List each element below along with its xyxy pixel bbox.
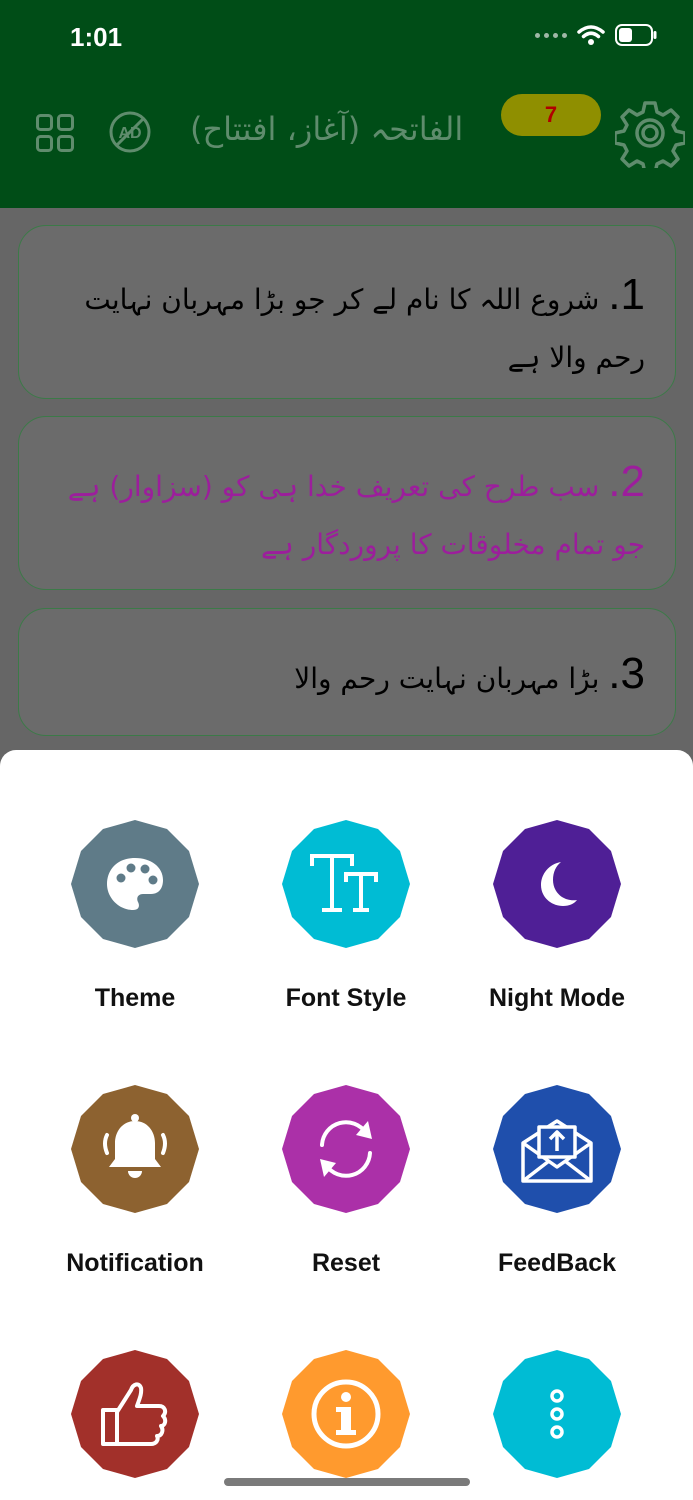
menu-label: Night Mode: [488, 984, 626, 1012]
no-ads-icon[interactable]: AD: [108, 110, 152, 154]
mail-icon: [493, 1085, 621, 1213]
menu-item-feedback[interactable]: FeedBack: [452, 1083, 662, 1278]
verse-content: سب طرح کی تعریف خدا ہی کو (سزاوار) ہے جو…: [67, 470, 645, 561]
grid-icon[interactable]: [36, 114, 74, 152]
menu-item-more[interactable]: [452, 1348, 662, 1480]
refresh-icon: [282, 1085, 410, 1213]
info-icon: [282, 1350, 410, 1478]
verse-number: 3.: [608, 649, 645, 698]
menu-label: FeedBack: [497, 1249, 617, 1277]
menu-label: Reset: [311, 1249, 381, 1277]
verse-text: 1. شروع اللہ کا نام لے کر جو بڑا مہربان …: [49, 266, 645, 387]
thumbs-up-icon: [71, 1350, 199, 1478]
verse-number: 2.: [608, 457, 645, 506]
menu-item-theme[interactable]: Theme: [30, 818, 240, 1013]
verse-card[interactable]: 2. سب طرح کی تعریف خدا ہی کو (سزاوار) ہے…: [18, 416, 676, 590]
menu-item-night-mode[interactable]: Night Mode: [452, 818, 662, 1013]
battery-icon: [615, 24, 657, 46]
menu-label: Font Style: [285, 984, 407, 1012]
menu-item-info[interactable]: [241, 1348, 451, 1480]
settings-gear-icon[interactable]: [615, 98, 685, 168]
menu-item-rate[interactable]: [30, 1348, 240, 1480]
menu-item-font-style[interactable]: Font Style: [241, 818, 451, 1013]
verse-content: شروع اللہ کا نام لے کر جو بڑا مہربان نہا…: [84, 283, 645, 374]
verse-text: 2. سب طرح کی تعریف خدا ہی کو (سزاوار) ہے…: [49, 453, 645, 574]
signal-icon: [535, 32, 567, 38]
status-icons: [535, 24, 657, 46]
verse-card[interactable]: 3. بڑا مہربان نہایت رحم والا: [18, 608, 676, 736]
wifi-icon: [577, 25, 605, 45]
home-indicator[interactable]: [224, 1478, 470, 1486]
bell-icon: [71, 1085, 199, 1213]
menu-item-reset[interactable]: Reset: [241, 1083, 451, 1278]
moon-icon: [493, 820, 621, 948]
menu-label: Notification: [66, 1249, 204, 1277]
status-time: 1:01: [70, 22, 123, 52]
verse-card[interactable]: 1. شروع اللہ کا نام لے کر جو بڑا مہربان …: [18, 225, 676, 399]
menu-label: Theme: [94, 984, 176, 1012]
font-size-icon: [282, 820, 410, 948]
verse-text: 3. بڑا مہربان نہایت رحم والا: [49, 645, 645, 708]
verse-content: بڑا مہربان نہایت رحم والا: [294, 662, 600, 695]
palette-icon: [71, 820, 199, 948]
count-badge: 7: [501, 94, 601, 136]
app-header: 1:01 AD الفاتحہ (آغاز، افتتاح) 7: [0, 0, 693, 208]
page-title: الفاتحہ (آغاز، افتتاح): [190, 110, 464, 148]
menu-item-notification[interactable]: Notification: [30, 1083, 240, 1278]
verse-number: 1.: [608, 270, 645, 319]
more-vertical-icon: [493, 1350, 621, 1478]
verse-list: 1. شروع اللہ کا نام لے کر جو بڑا مہربان …: [0, 208, 693, 768]
